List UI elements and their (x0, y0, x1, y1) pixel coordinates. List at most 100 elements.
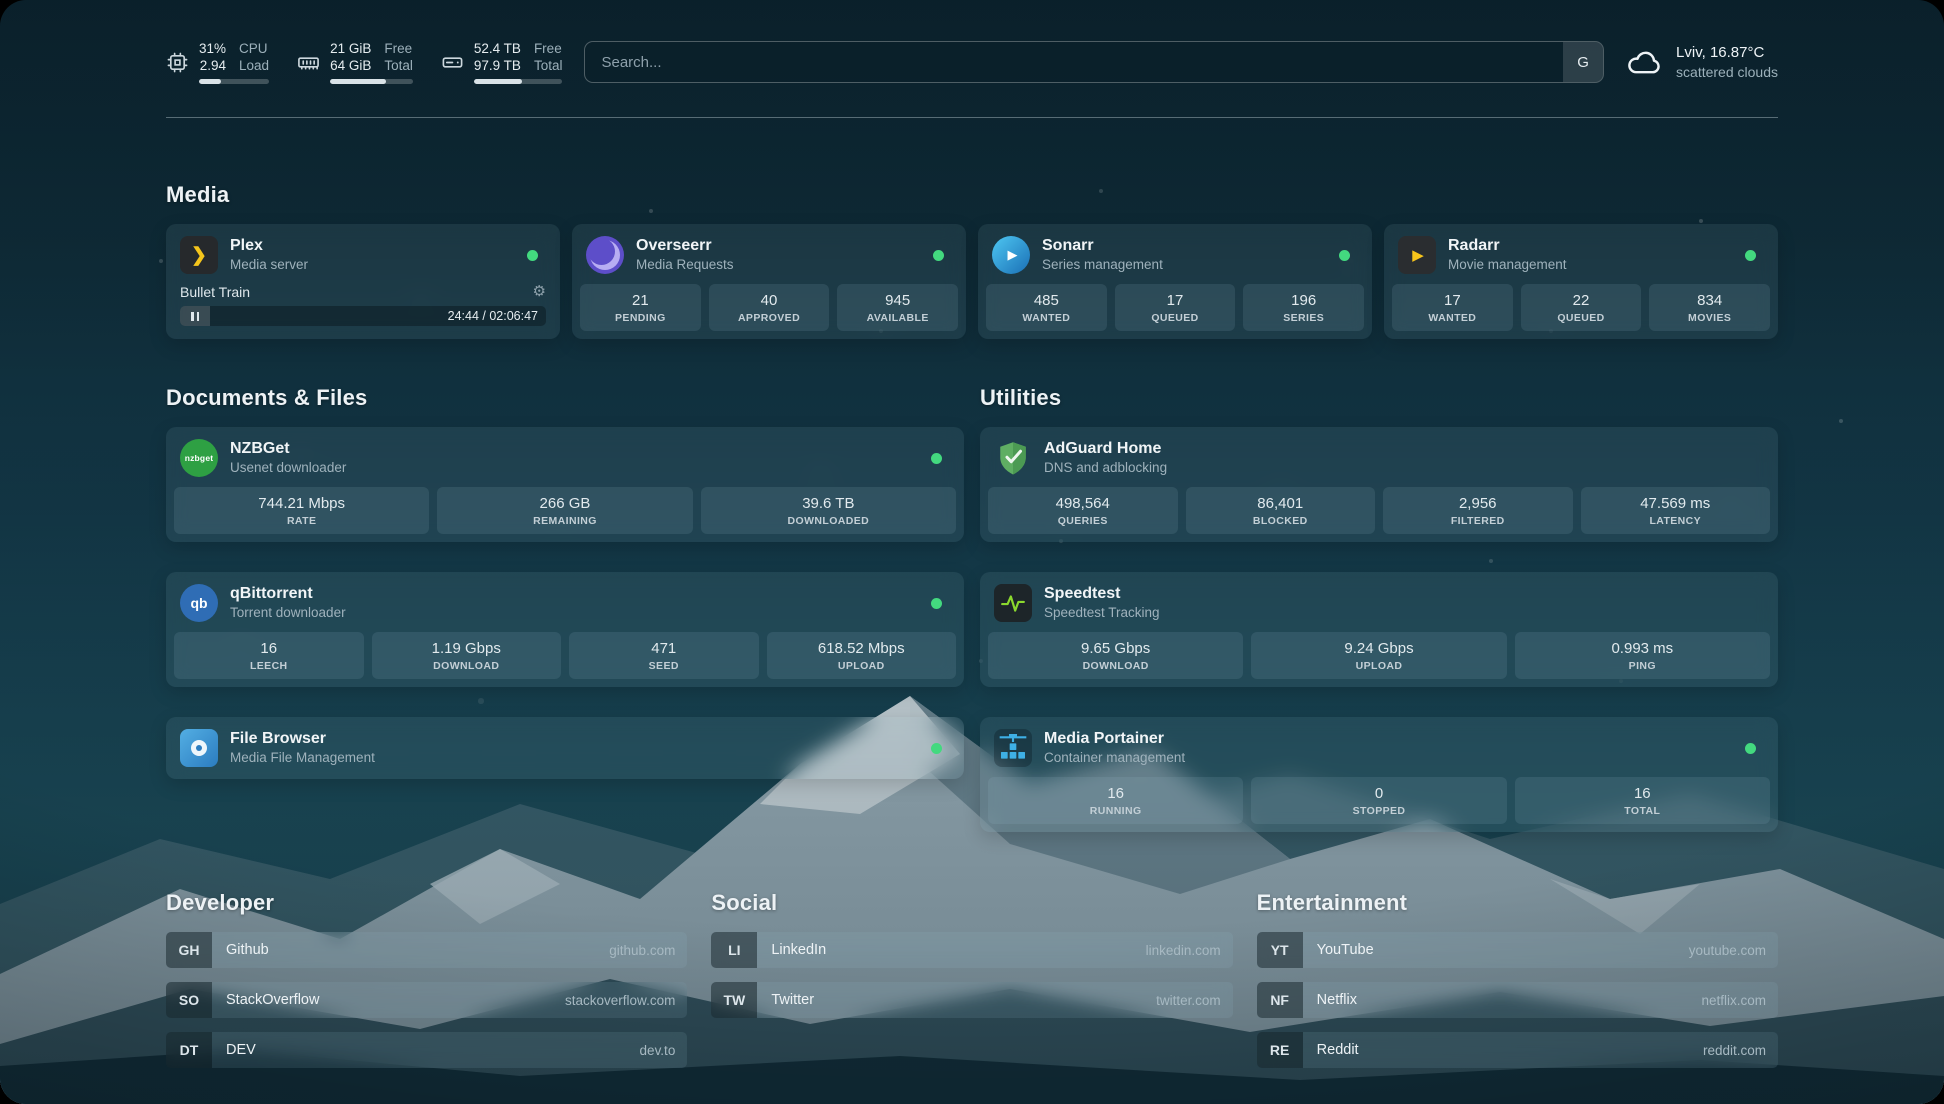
memory-total: 64 GiB (330, 57, 371, 74)
stat-label: AVAILABLE (841, 311, 954, 325)
bookmark-youtube[interactable]: YT YouTube youtube.com (1257, 932, 1778, 968)
stat-upload: 9.24 Gbps UPLOAD (1251, 632, 1506, 679)
search-provider-button[interactable]: G (1563, 42, 1603, 82)
stat-label: UPLOAD (1255, 659, 1502, 673)
service-link-qbittorrent[interactable]: qb qBittorrent Torrent downloader (174, 580, 956, 632)
pause-button[interactable] (180, 306, 210, 326)
stat-value: 86,401 (1190, 494, 1372, 513)
stat-label: UPLOAD (771, 659, 953, 673)
bookmark-name: DEV (212, 1042, 256, 1058)
service-stats: 498,564 QUERIES 86,401 BLOCKED 2,956 FIL… (988, 487, 1770, 534)
memory-widget: 21 GiB 64 GiB Free Total (297, 40, 413, 84)
memory-label-1: Free (384, 40, 412, 57)
section-title-entertainment: Entertainment (1257, 890, 1778, 916)
service-link-sonarr[interactable]: ▶ Sonarr Series management (986, 232, 1364, 284)
stat-value: 0.993 ms (1519, 639, 1766, 658)
stat-label: LATENCY (1585, 514, 1767, 528)
service-description: Speedtest Tracking (1044, 605, 1160, 621)
stat-upload: 618.52 Mbps UPLOAD (767, 632, 957, 679)
stat-label: PENDING (584, 311, 697, 325)
speedtest-icon (994, 584, 1032, 622)
stat-value: 47.569 ms (1585, 494, 1767, 513)
status-dot (1339, 250, 1350, 261)
player-progress-bar[interactable]: 24:44 / 02:06:47 (180, 306, 546, 326)
service-card-nzbget: nzbget NZBGet Usenet downloader 744.21 M… (166, 427, 964, 542)
service-card-filebrowser: File Browser Media File Management (166, 717, 964, 779)
stat-label: SEED (573, 659, 755, 673)
cloud-icon (1626, 48, 1664, 76)
search-input[interactable] (584, 41, 1604, 83)
service-name: Sonarr (1042, 237, 1163, 255)
stat-value: 17 (1119, 291, 1232, 310)
now-playing-title: Bullet Train (180, 284, 250, 300)
stat-download: 9.65 Gbps DOWNLOAD (988, 632, 1243, 679)
stat-series: 196 SERIES (1243, 284, 1364, 331)
disk-icon (441, 51, 464, 74)
widget-settings-icon[interactable]: ⚙ (533, 285, 546, 299)
radarr-icon: ▶ (1398, 236, 1436, 274)
player-time: 24:44 / 02:06:47 (448, 309, 546, 323)
service-name: File Browser (230, 730, 375, 748)
stat-value: 21 (584, 291, 697, 310)
bookmark-linkedin[interactable]: LI LinkedIn linkedin.com (711, 932, 1232, 968)
service-description: DNS and adblocking (1044, 460, 1167, 476)
service-link-radarr[interactable]: ▶ Radarr Movie management (1392, 232, 1770, 284)
stat-value: 744.21 Mbps (178, 494, 425, 513)
bookmark-group-entertainment: Entertainment YT YouTube youtube.com NF … (1257, 890, 1778, 1068)
stat-label: STOPPED (1255, 804, 1502, 818)
bookmark-reddit[interactable]: RE Reddit reddit.com (1257, 1032, 1778, 1068)
stat-label: WANTED (1396, 311, 1509, 325)
stat-value: 16 (1519, 784, 1766, 803)
service-link-speedtest[interactable]: Speedtest Speedtest Tracking (988, 580, 1770, 632)
stat-label: FILTERED (1387, 514, 1569, 528)
service-link-adguard[interactable]: AdGuard Home DNS and adblocking (988, 435, 1770, 487)
dashboard-screen: 31% 2.94 CPU Load (0, 0, 1944, 1104)
bookmark-netflix[interactable]: NF Netflix netflix.com (1257, 982, 1778, 1018)
stat-value: 39.6 TB (705, 494, 952, 513)
bookmark-dev[interactable]: DT DEV dev.to (166, 1032, 687, 1068)
stat-value: 22 (1525, 291, 1638, 310)
service-name: Overseerr (636, 237, 734, 255)
stat-label: TOTAL (1519, 804, 1766, 818)
disk-total: 97.9 TB (474, 57, 521, 74)
service-link-nzbget[interactable]: nzbget NZBGet Usenet downloader (174, 435, 956, 487)
stat-value: 16 (178, 639, 360, 658)
status-dot (1745, 743, 1756, 754)
bookmark-twitter[interactable]: TW Twitter twitter.com (711, 982, 1232, 1018)
weather-location: Lviv, 16.87°C (1676, 44, 1778, 62)
section-title-utilities: Utilities (980, 385, 1778, 411)
status-dot (931, 598, 942, 609)
service-description: Container management (1044, 750, 1185, 766)
bookmark-abbr: TW (711, 982, 757, 1018)
service-card-plex: ❯ Plex Media server Bullet Train ⚙ (166, 224, 560, 339)
stat-filtered: 2,956 FILTERED (1383, 487, 1573, 534)
top-bar-divider (166, 117, 1778, 118)
service-link-filebrowser[interactable]: File Browser Media File Management (174, 725, 956, 771)
service-link-portainer[interactable]: Media Portainer Container management (988, 725, 1770, 777)
stat-label: APPROVED (713, 311, 826, 325)
service-link-overseerr[interactable]: Overseerr Media Requests (580, 232, 958, 284)
service-stats: 16 LEECH 1.19 Gbps DOWNLOAD 471 SEED (174, 632, 956, 679)
stat-downloaded: 39.6 TB DOWNLOADED (701, 487, 956, 534)
bookmark-stackoverflow[interactable]: SO StackOverflow stackoverflow.com (166, 982, 687, 1018)
search-bar: G (584, 41, 1604, 83)
bookmark-github[interactable]: GH Github github.com (166, 932, 687, 968)
stat-value: 1.19 Gbps (376, 639, 558, 658)
lower-sections: Documents & Files nzbget NZBGet Usenet d… (166, 385, 1778, 832)
stat-ping: 0.993 ms PING (1515, 632, 1770, 679)
status-dot (1745, 250, 1756, 261)
stat-label: MOVIES (1653, 311, 1766, 325)
stat-value: 40 (713, 291, 826, 310)
stat-total: 16 TOTAL (1515, 777, 1770, 824)
bookmark-name: Reddit (1303, 1042, 1359, 1058)
service-link-plex[interactable]: ❯ Plex Media server (174, 232, 552, 284)
weather-condition: scattered clouds (1676, 64, 1778, 81)
service-description: Media server (230, 257, 308, 273)
stat-value: 471 (573, 639, 755, 658)
stat-movies: 834 MOVIES (1649, 284, 1770, 331)
stat-rate: 744.21 Mbps RATE (174, 487, 429, 534)
service-description: Torrent downloader (230, 605, 346, 621)
service-description: Usenet downloader (230, 460, 346, 476)
bookmark-name: LinkedIn (757, 942, 826, 958)
bookmark-abbr: RE (1257, 1032, 1303, 1068)
